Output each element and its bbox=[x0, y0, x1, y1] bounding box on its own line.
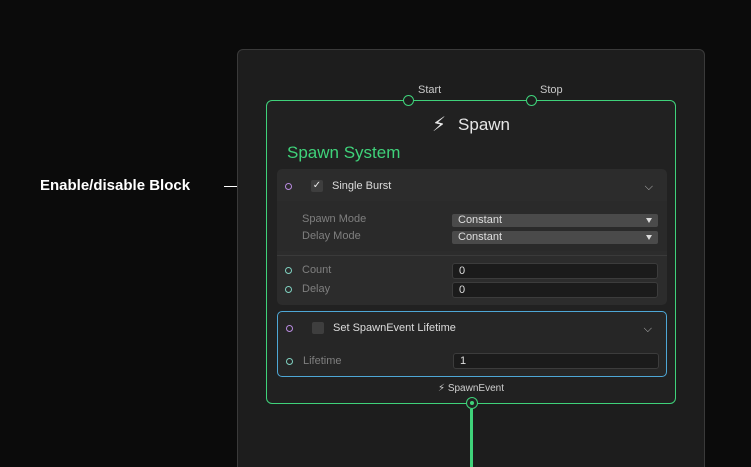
block-name: Set SpawnEvent Lifetime bbox=[333, 322, 456, 334]
block-enable-checkbox[interactable] bbox=[312, 322, 324, 334]
block-name: Single Burst bbox=[332, 180, 392, 192]
flow-input-stop-port[interactable] bbox=[526, 95, 537, 106]
lightning-bolt-icon: ⚡︎ bbox=[438, 383, 446, 394]
block-input-port[interactable] bbox=[285, 183, 292, 190]
count-field[interactable]: 0 bbox=[452, 263, 658, 279]
output-wire[interactable] bbox=[470, 409, 473, 467]
delay-mode-label: Delay Mode bbox=[302, 230, 361, 242]
delay-input-port[interactable] bbox=[285, 286, 292, 293]
chevron-down-icon[interactable]: ⌵ bbox=[644, 323, 652, 336]
lightning-bolt-icon: ⚡︎ bbox=[431, 114, 447, 136]
block-divider bbox=[277, 255, 667, 256]
lifetime-input-port[interactable] bbox=[286, 358, 293, 365]
spawn-mode-value: Constant bbox=[458, 214, 503, 226]
delay-label: Delay bbox=[302, 283, 331, 295]
enable-disable-block-callout: Enable/disable Block bbox=[40, 177, 191, 194]
spawn-node[interactable]: ⚡︎ Spawn Spawn System ✓ Single Burst ⌵ S… bbox=[266, 100, 676, 404]
single-burst-block[interactable]: ✓ Single Burst ⌵ Spawn Mode Constant Del… bbox=[277, 169, 667, 305]
node-title: Spawn bbox=[458, 115, 511, 134]
flow-input-start-label: Start bbox=[418, 84, 442, 96]
block-settings: Spawn Mode Constant Delay Mode Constant bbox=[277, 201, 667, 251]
spawn-mode-label: Spawn Mode bbox=[302, 213, 367, 225]
delay-field[interactable]: 0 bbox=[452, 282, 658, 298]
chevron-down-icon[interactable]: ⌵ bbox=[645, 181, 653, 194]
port-dot bbox=[469, 400, 474, 405]
lifetime-label: Lifetime bbox=[303, 355, 342, 367]
spawnevent-output-port[interactable] bbox=[466, 397, 478, 409]
flow-input-start-port[interactable] bbox=[403, 95, 414, 106]
delay-mode-dropdown[interactable]: Constant bbox=[452, 231, 658, 244]
block-enable-checkbox[interactable]: ✓ bbox=[311, 180, 323, 192]
lifetime-field[interactable]: 1 bbox=[453, 353, 659, 369]
node-header: ⚡︎ Spawn bbox=[267, 107, 675, 143]
flow-input-stop-label: Stop bbox=[540, 84, 563, 96]
block-input-port[interactable] bbox=[286, 325, 293, 332]
dropdown-arrow-icon bbox=[646, 218, 652, 223]
block-header[interactable]: ✓ Single Burst ⌵ bbox=[277, 169, 667, 201]
output-label-text: SpawnEvent bbox=[447, 383, 504, 394]
count-label: Count bbox=[302, 264, 332, 276]
delay-mode-value: Constant bbox=[458, 231, 503, 243]
output-label: ⚡︎ SpawnEvent bbox=[267, 383, 675, 394]
count-input-port[interactable] bbox=[285, 267, 292, 274]
set-spawnevent-lifetime-block[interactable]: Set SpawnEvent Lifetime ⌵ Lifetime 1 bbox=[277, 311, 667, 377]
spawn-mode-dropdown[interactable]: Constant bbox=[452, 214, 658, 227]
context-title: Spawn System bbox=[287, 143, 401, 162]
dropdown-arrow-icon bbox=[646, 235, 652, 240]
